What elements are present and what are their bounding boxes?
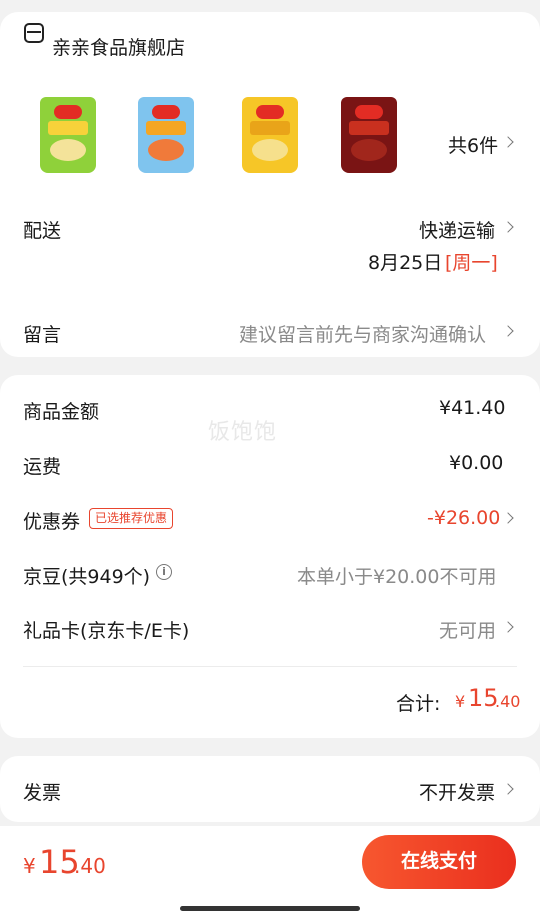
total-amount-integer: 15: [468, 684, 499, 712]
product-thumbnail-3[interactable]: [242, 97, 298, 173]
goods-amount-value: ¥41.40: [439, 397, 506, 419]
jd-beans-value: 本单小于¥20.00不可用: [297, 566, 497, 588]
product-thumbnail-1[interactable]: [40, 97, 96, 173]
total-amount-decimal: .40: [495, 692, 521, 711]
shop-card: [0, 12, 540, 357]
package-chip: [50, 139, 86, 161]
gift-card-label: 礼品卡(京东卡/E卡): [23, 620, 190, 642]
shipping-label: 运费: [23, 456, 62, 478]
shop-icon: [24, 23, 44, 43]
total-currency: ¥: [455, 692, 466, 711]
shipping-value: ¥0.00: [449, 452, 504, 474]
goods-amount-label: 商品金额: [23, 401, 100, 423]
home-indicator[interactable]: [180, 906, 360, 911]
product-thumbnail-2[interactable]: [138, 97, 194, 173]
coupon-label: 优惠券: [23, 511, 81, 533]
gift-card-value[interactable]: 无可用: [439, 616, 496, 643]
package-chip: [148, 139, 184, 161]
brand-logo: [54, 105, 82, 119]
coupon-value[interactable]: -¥26.00: [427, 507, 500, 529]
package-band: [146, 121, 186, 135]
shop-name[interactable]: 亲亲食品旗舰店: [52, 33, 185, 60]
package-band: [349, 121, 389, 135]
total-label: 合计:: [396, 693, 441, 715]
coupon-badge: 已选推荐优惠: [89, 508, 174, 529]
watermark: 饭饱饱: [208, 420, 278, 445]
info-icon[interactable]: i: [156, 564, 172, 580]
delivery-weekday: [周一]: [445, 252, 498, 274]
package-chip: [351, 139, 387, 161]
invoice-value[interactable]: 不开发票: [419, 778, 495, 805]
package-chip: [252, 139, 288, 161]
item-count[interactable]: 共6件: [448, 131, 498, 158]
delivery-date: 8月25日: [368, 252, 443, 274]
product-thumbnail-4[interactable]: [341, 97, 397, 173]
divider: [23, 666, 517, 667]
message-label: 留言: [23, 324, 62, 346]
brand-logo: [152, 105, 180, 119]
pay-amount-decimal: .40: [74, 854, 106, 878]
package-band: [250, 121, 290, 135]
message-input[interactable]: 建议留言前先与商家沟通确认: [239, 320, 486, 347]
delivery-method[interactable]: 快递运输: [419, 216, 495, 243]
invoice-label: 发票: [23, 782, 62, 804]
pay-online-button[interactable]: 在线支付: [362, 835, 516, 889]
brand-logo: [355, 105, 383, 119]
package-band: [48, 121, 88, 135]
jd-beans-label: 京豆(共949个): [23, 566, 151, 588]
pay-currency: ¥: [23, 854, 36, 878]
brand-logo: [256, 105, 284, 119]
delivery-label: 配送: [23, 220, 62, 242]
